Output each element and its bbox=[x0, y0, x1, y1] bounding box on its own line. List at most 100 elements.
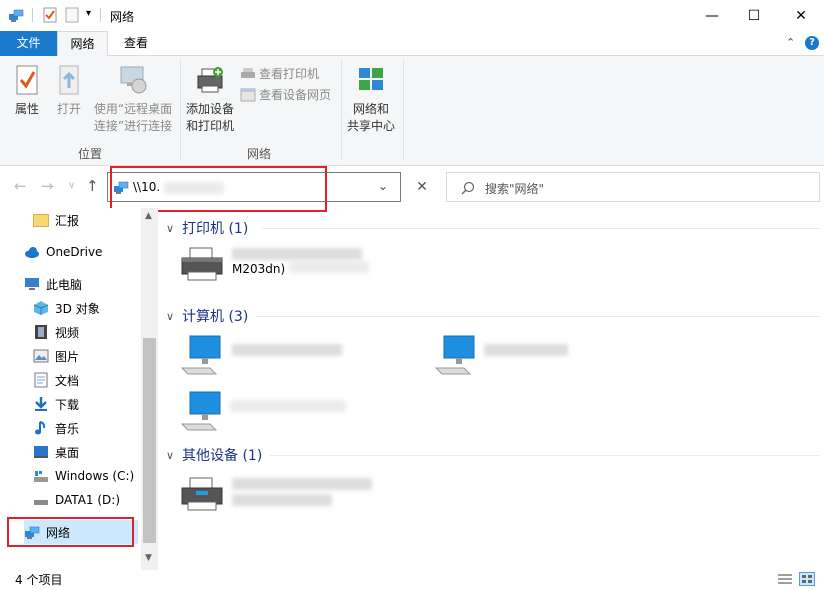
add-device-button[interactable]: 添加设备 和打印机 bbox=[184, 64, 236, 135]
details-view-icon[interactable] bbox=[777, 573, 793, 585]
navigation-pane: 汇报 OneDrive 此电脑 3D 对象 视频 图片 文档 下载 音乐 桌面 … bbox=[0, 208, 158, 570]
tab-network[interactable]: 网络 bbox=[57, 31, 108, 57]
computer-icon bbox=[180, 391, 221, 431]
redacted-text bbox=[232, 344, 342, 356]
close-button[interactable]: ✕ bbox=[778, 0, 824, 31]
network-center-label-line1: 网络和 bbox=[352, 102, 389, 116]
ribbon-separator bbox=[341, 60, 342, 160]
sidebar-item-label: 文档 bbox=[55, 373, 80, 388]
sidebar-item-onedrive[interactable]: OneDrive bbox=[24, 240, 102, 264]
sidebar-item-label: 3D 对象 bbox=[55, 301, 100, 316]
group-divider bbox=[255, 316, 820, 317]
search-icon bbox=[461, 181, 475, 195]
computer-item[interactable] bbox=[434, 334, 568, 378]
sidebar-item-label: 汇报 bbox=[55, 213, 80, 228]
network-center-label-line2: 共享中心 bbox=[346, 119, 395, 133]
printer-name-suffix: M203dn) bbox=[232, 262, 286, 276]
group-divider bbox=[262, 228, 820, 229]
up-arrow-icon[interactable]: ↑ bbox=[86, 177, 99, 195]
group-header-computers[interactable]: ∨ 计算机 (3) bbox=[166, 306, 248, 326]
address-history-chevron-icon[interactable]: ⌄ bbox=[378, 179, 388, 193]
sidebar-highlight-box bbox=[7, 517, 134, 547]
computer-icon bbox=[434, 335, 475, 375]
sidebar-item-videos[interactable]: 视频 bbox=[33, 320, 79, 344]
sidebar-item-documents[interactable]: 文档 bbox=[33, 368, 79, 392]
printer-add-icon bbox=[197, 67, 223, 93]
sidebar-item-label: 此电脑 bbox=[46, 277, 83, 292]
network-sharing-center-button[interactable]: 网络和 共享中心 bbox=[345, 64, 397, 135]
properties-icon bbox=[16, 65, 38, 95]
sidebar-item-this-pc[interactable]: 此电脑 bbox=[24, 272, 82, 296]
sidebar-item-drive-c[interactable]: Windows (C:) bbox=[33, 464, 134, 488]
minimize-button[interactable]: — bbox=[689, 0, 735, 31]
device-name bbox=[232, 478, 372, 506]
forward-arrow-icon[interactable]: → bbox=[41, 177, 54, 195]
collapse-chevron-icon[interactable]: ∨ bbox=[166, 222, 182, 235]
drive-d-icon bbox=[34, 500, 48, 505]
sidebar-scrollbar[interactable]: ▲ ▼ bbox=[141, 208, 158, 570]
sidebar-item-downloads[interactable]: 下载 bbox=[33, 392, 79, 416]
collapse-ribbon-chevron-icon[interactable]: ⌃ bbox=[786, 36, 795, 49]
tab-file[interactable]: 文件 bbox=[0, 31, 57, 56]
computer-item[interactable] bbox=[180, 334, 342, 378]
printer-name: M203dn) bbox=[232, 248, 369, 276]
scroll-down-arrow-icon[interactable]: ▼ bbox=[145, 553, 152, 563]
computer-item[interactable] bbox=[180, 390, 346, 434]
view-printers-label: 查看打印机 bbox=[259, 67, 320, 81]
printer-item[interactable]: M203dn) bbox=[178, 244, 369, 284]
picture-icon bbox=[33, 349, 49, 363]
new-folder-icon[interactable] bbox=[64, 7, 80, 23]
sidebar-item-drive-d[interactable]: DATA1 (D:) bbox=[33, 488, 120, 512]
collapse-chevron-icon[interactable]: ∨ bbox=[166, 310, 182, 323]
printer-icon bbox=[181, 247, 223, 281]
back-arrow-icon[interactable]: ← bbox=[14, 177, 27, 195]
remote-desktop-button[interactable]: 使用“远程桌面 连接”进行连接 bbox=[91, 64, 175, 135]
recent-locations-chevron-icon[interactable]: ∨ bbox=[68, 180, 75, 191]
clear-address-icon[interactable]: ✕ bbox=[407, 172, 437, 202]
group-divider bbox=[270, 455, 820, 456]
sidebar-item-huibao[interactable]: 汇报 bbox=[33, 208, 79, 232]
printer-device-icon bbox=[181, 477, 223, 511]
open-icon bbox=[59, 65, 79, 95]
sidebar-item-label: Windows (C:) bbox=[55, 469, 135, 483]
help-icon[interactable]: ? bbox=[805, 36, 819, 50]
status-bar: 4 个项目 bbox=[0, 570, 824, 591]
view-devices-web-button[interactable]: 查看设备网页 bbox=[240, 86, 331, 103]
view-devices-web-label: 查看设备网页 bbox=[259, 88, 332, 102]
scrollbar-thumb[interactable] bbox=[143, 338, 156, 543]
view-printers-button[interactable]: 查看打印机 bbox=[240, 65, 319, 82]
customize-toolbar-chevron-icon[interactable]: ▾ bbox=[86, 8, 91, 19]
maximize-button[interactable]: ☐ bbox=[731, 0, 777, 31]
sidebar-item-3d-objects[interactable]: 3D 对象 bbox=[33, 296, 100, 320]
properties-icon[interactable] bbox=[42, 7, 58, 23]
add-device-label-line1: 添加设备 bbox=[185, 102, 234, 116]
network-icon bbox=[9, 9, 24, 22]
item-count: 4 个项目 bbox=[15, 573, 63, 587]
divider bbox=[32, 8, 33, 22]
group-header-printers[interactable]: ∨ 打印机 (1) bbox=[166, 218, 248, 238]
properties-button[interactable]: 属性 bbox=[8, 64, 46, 118]
sidebar-item-label: 视频 bbox=[55, 325, 80, 340]
add-device-label-line2: 和打印机 bbox=[185, 119, 234, 133]
properties-label: 属性 bbox=[14, 102, 39, 116]
tab-view[interactable]: 查看 bbox=[115, 31, 157, 56]
sidebar-item-pictures[interactable]: 图片 bbox=[33, 344, 79, 368]
tiles-view-icon[interactable] bbox=[799, 572, 815, 586]
sidebar-item-desktop[interactable]: 桌面 bbox=[33, 440, 79, 464]
scroll-up-arrow-icon[interactable]: ▲ bbox=[145, 211, 152, 221]
divider bbox=[100, 8, 101, 22]
group-header-other-devices[interactable]: ∨ 其他设备 (1) bbox=[166, 445, 262, 465]
other-device-item[interactable] bbox=[178, 474, 372, 514]
computer-icon bbox=[180, 335, 221, 375]
drive-c-icon bbox=[34, 471, 48, 482]
open-label: 打开 bbox=[56, 102, 81, 116]
open-button[interactable]: 打开 bbox=[51, 64, 87, 118]
search-box[interactable]: 搜索"网络" bbox=[446, 172, 820, 202]
ribbon: 属性 打开 使用“远程桌面 连接”进行连接 位置 添加设备 和打印机 查看打印机… bbox=[0, 56, 824, 166]
sidebar-item-label: 桌面 bbox=[55, 445, 80, 460]
group-location-label: 位置 bbox=[78, 147, 103, 161]
sidebar-item-label: DATA1 (D:) bbox=[55, 493, 121, 507]
window-title: 网络 bbox=[110, 10, 135, 24]
sidebar-item-music[interactable]: 音乐 bbox=[33, 416, 79, 440]
collapse-chevron-icon[interactable]: ∨ bbox=[166, 449, 182, 462]
